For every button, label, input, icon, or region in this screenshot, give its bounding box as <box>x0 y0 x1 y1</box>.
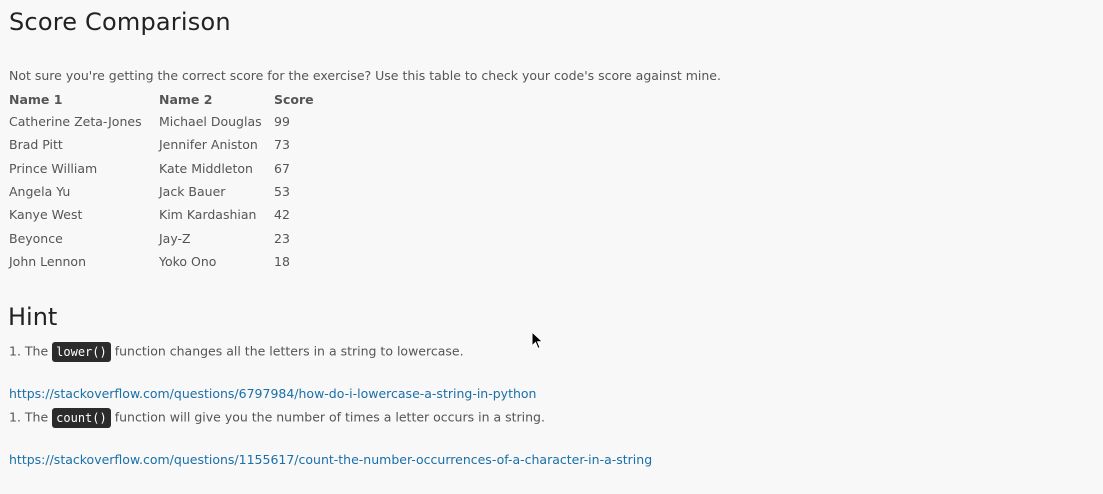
column-header-name-1: Name 1 <box>9 92 63 107</box>
cell-score: 53 <box>274 184 290 200</box>
hint-title: Hint <box>8 303 58 331</box>
hint-text: function changes all the letters in a st… <box>114 343 464 359</box>
table-row: Catherine Zeta-Jones Michael Douglas 99 <box>9 110 334 133</box>
cell-score: 99 <box>274 114 290 130</box>
hint-line-count: 1. The count() function will give you th… <box>9 408 545 428</box>
cell-name-2: Jay-Z <box>159 230 191 246</box>
table-row: Prince William Kate Middleton 67 <box>9 157 334 180</box>
cell-name-2: Jack Bauer <box>159 184 226 200</box>
cell-score: 42 <box>274 207 290 223</box>
cell-name-2: Kate Middleton <box>159 160 253 176</box>
cell-score: 18 <box>274 253 290 269</box>
cell-name-2: Michael Douglas <box>159 114 262 130</box>
cell-name-1: Catherine Zeta-Jones <box>9 114 142 130</box>
table-row: Angela Yu Jack Bauer 53 <box>9 180 334 203</box>
cell-name-1: Angela Yu <box>9 184 71 200</box>
cell-score: 23 <box>274 230 290 246</box>
cell-score: 73 <box>274 137 290 153</box>
page-title: Score Comparison <box>9 8 231 36</box>
cell-name-2: Yoko Ono <box>159 253 217 269</box>
column-header-name-2: Name 2 <box>159 92 213 107</box>
table-row: Brad Pitt Jennifer Aniston 73 <box>9 133 334 156</box>
hint-text: function will give you the number of tim… <box>114 409 545 425</box>
cell-name-2: Kim Kardashian <box>159 207 257 223</box>
cell-name-1: Prince William <box>9 160 98 176</box>
table-row: John Lennon Yoko Ono 18 <box>9 250 334 273</box>
hint-prefix: 1. The <box>9 343 49 359</box>
table-row: Beyonce Jay-Z 23 <box>9 226 334 249</box>
hint-prefix: 1. The <box>9 409 49 425</box>
hint-line-lower: 1. The lower() function changes all the … <box>9 342 464 362</box>
column-header-score: Score <box>274 92 314 107</box>
code-snippet-lower: lower() <box>52 342 111 362</box>
mouse-pointer-icon <box>531 331 544 350</box>
code-snippet-count: count() <box>52 408 111 428</box>
cell-score: 67 <box>274 160 290 176</box>
cell-name-1: Brad Pitt <box>9 137 63 153</box>
score-table: Name 1 Name 2 Score Catherine Zeta-Jones… <box>9 89 334 273</box>
cell-name-2: Jennifer Aniston <box>159 137 258 153</box>
cell-name-1: John Lennon <box>9 253 87 269</box>
table-row: Kanye West Kim Kardashian 42 <box>9 203 334 226</box>
cell-name-1: Beyonce <box>9 230 63 246</box>
cell-name-1: Kanye West <box>9 207 83 223</box>
table-header-row: Name 1 Name 2 Score <box>9 89 334 110</box>
link-count-occurrences[interactable]: https://stackoverflow.com/questions/1155… <box>9 452 652 467</box>
link-lowercase-string[interactable]: https://stackoverflow.com/questions/6797… <box>9 386 536 401</box>
intro-text: Not sure you're getting the correct scor… <box>9 68 721 83</box>
page: Score Comparison Not sure you're getting… <box>0 0 1103 494</box>
